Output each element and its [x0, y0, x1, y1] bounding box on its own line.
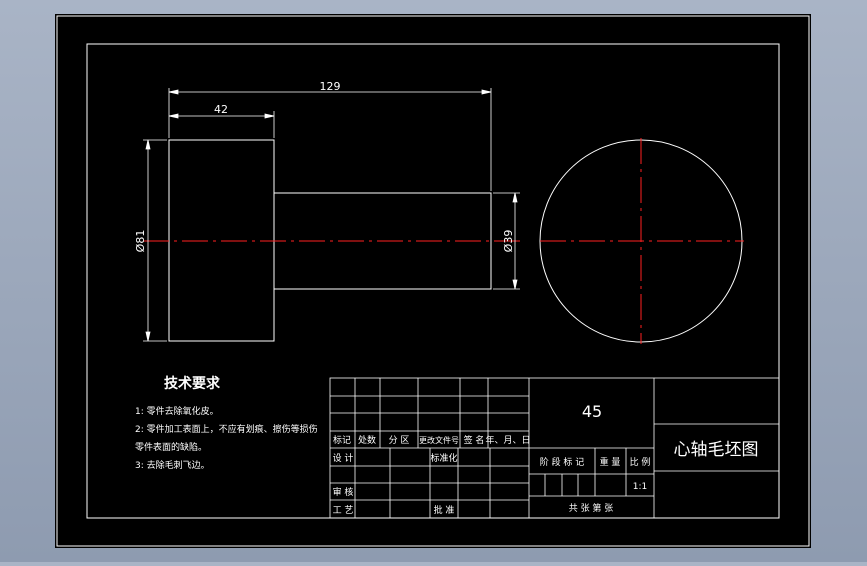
tech-requirement-item: 零件表面的缺陷。 [135, 441, 207, 453]
label-check: 审 核 [333, 486, 354, 498]
dim-129-label: 129 [320, 80, 341, 93]
dim-81-label: Ø81 [134, 230, 147, 253]
header-date: 年、月、日 [485, 434, 530, 446]
tech-requirement-item: 3: 去除毛刺飞边。 [135, 459, 210, 471]
tech-requirement-item: 1: 零件去除氧化皮。 [135, 405, 219, 417]
header-count: 处数 [358, 434, 376, 446]
cad-viewport: 129 42 Ø81 Ø39 技术要求 1: 零件去除氧化皮。 2: 零件加工表… [0, 0, 867, 562]
label-weight: 重 量 [600, 456, 621, 468]
material-value: 45 [582, 402, 602, 421]
tech-requirements-title: 技术要求 [164, 375, 221, 392]
scale-value: 1:1 [633, 482, 647, 492]
dim-39-label: Ø39 [502, 230, 515, 253]
header-zone: 分 区 [389, 435, 410, 446]
dim-42-label: 42 [214, 103, 228, 116]
label-standardization: 标准化 [430, 452, 457, 464]
label-scale: 比 例 [630, 456, 651, 468]
label-sheets: 共 张 第 张 [569, 502, 614, 514]
header-mark: 标记 [333, 434, 351, 446]
label-stage-mark: 阶 段 标 记 [540, 456, 585, 468]
header-signature: 签 名 [464, 434, 485, 446]
tech-requirement-item: 2: 零件加工表面上，不应有划痕、擦伤等损伤 [135, 423, 318, 435]
drawing-sheet: 129 42 Ø81 Ø39 技术要求 1: 零件去除氧化皮。 2: 零件加工表… [55, 14, 811, 548]
header-change-doc: 更改文件号 [419, 435, 459, 445]
label-design: 设 计 [333, 452, 354, 464]
label-approve: 批 准 [434, 504, 455, 516]
drawing-name: 心轴毛坯图 [674, 440, 759, 460]
label-process: 工 艺 [333, 505, 354, 516]
